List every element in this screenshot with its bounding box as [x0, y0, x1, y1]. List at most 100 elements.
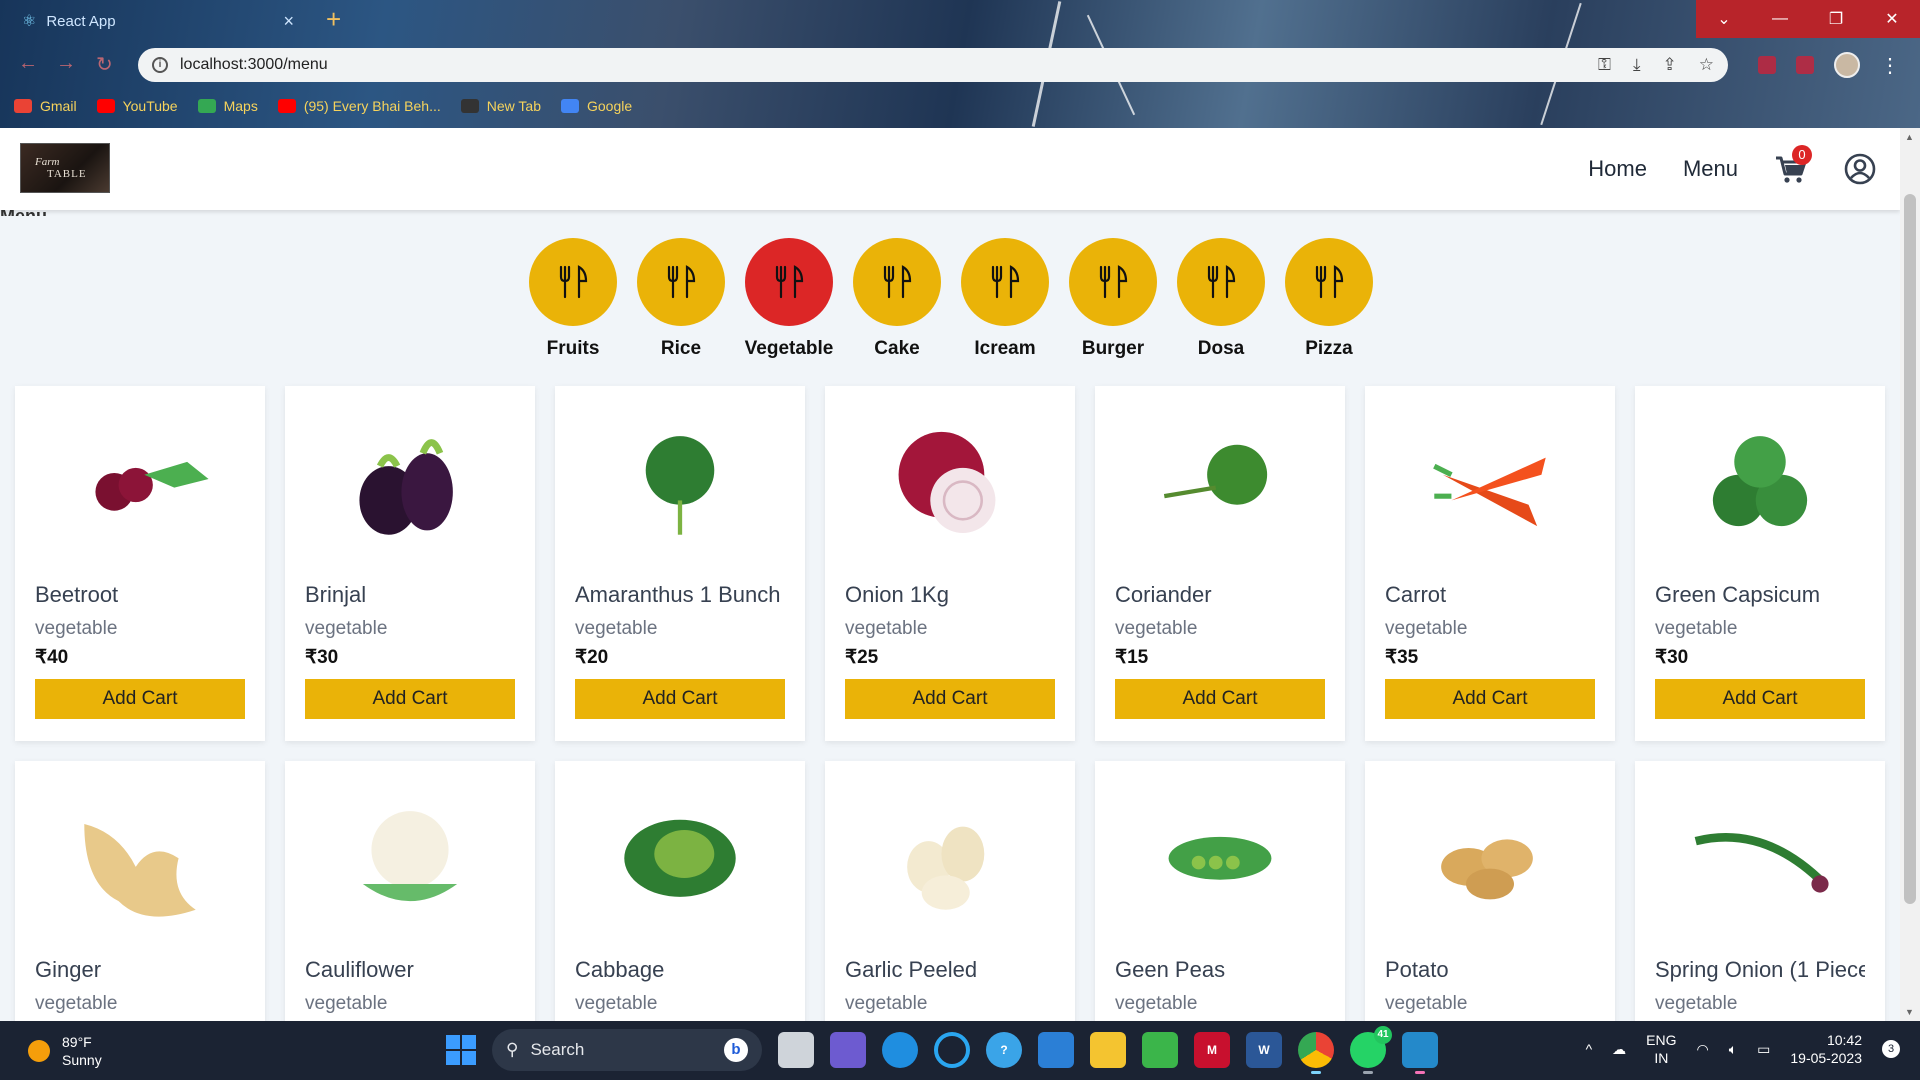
site-logo[interactable]: Farm TABLE	[20, 143, 110, 193]
bookmark-star-icon[interactable]: ☆	[1699, 55, 1714, 75]
category-dosa[interactable]: Dosa	[1176, 238, 1266, 360]
back-icon[interactable]: ←	[18, 52, 38, 75]
main-nav: Home Menu 0	[1588, 128, 1876, 210]
chevron-up-icon[interactable]: ^	[1586, 1041, 1593, 1057]
add-cart-button[interactable]: Add Cart	[845, 679, 1055, 719]
browser-tab[interactable]: ⚛ React App ×	[8, 2, 308, 40]
teams-chat-icon[interactable]	[830, 1032, 866, 1068]
react-icon: ⚛	[22, 13, 37, 30]
peas-image	[1168, 836, 1272, 880]
notification-count[interactable]: 3	[1882, 1040, 1900, 1058]
key-icon[interactable]: ⚿	[1598, 55, 1611, 75]
cortana-icon[interactable]	[934, 1032, 970, 1068]
bookmark-item[interactable]: Gmail	[14, 98, 77, 114]
browser-toolbar: ← → ↻ i localhost:3000/menu ⚿ ⤓ ⇪ ☆ ⋮	[0, 44, 1920, 84]
site-info-icon[interactable]: i	[152, 57, 168, 73]
category-pizza[interactable]: Pizza	[1284, 238, 1374, 360]
mcafee-icon[interactable]: M	[1194, 1032, 1230, 1068]
add-cart-button[interactable]: Add Cart	[575, 679, 785, 719]
add-cart-button[interactable]: Add Cart	[1385, 679, 1595, 719]
bookmark-favicon-icon	[197, 99, 216, 113]
category-circle	[529, 238, 617, 326]
wifi-icon[interactable]: ◠	[1697, 1041, 1709, 1058]
weather-temp: 89°F	[62, 1034, 92, 1050]
user-account-icon[interactable]	[1844, 153, 1876, 185]
scroll-down-icon[interactable]: ▼	[1905, 1007, 1914, 1017]
add-cart-button[interactable]: Add Cart	[1655, 679, 1865, 719]
weather-widget[interactable]: 89°F Sunny	[28, 1033, 102, 1069]
bookmark-item[interactable]: New Tab	[460, 98, 541, 114]
category-burger[interactable]: Burger	[1068, 238, 1158, 360]
bing-icon[interactable]: b	[724, 1038, 748, 1062]
spring-onion-image	[1694, 833, 1829, 893]
profile-avatar[interactable]	[1834, 52, 1860, 78]
system-tray: ^ ☁ ENG IN ◠ 🔈︎ ▭ 10:42 19-05-2023 3	[1586, 1031, 1900, 1067]
scroll-up-icon[interactable]: ▲	[1905, 132, 1914, 142]
bookmark-item[interactable]: (95) Every Bhai Beh...	[277, 98, 441, 114]
category-vegetable[interactable]: Vegetable	[744, 238, 834, 360]
task-view-icon[interactable]	[778, 1032, 814, 1068]
product-price: ₹30	[1655, 647, 1689, 668]
cloud-off-icon[interactable]: ☁	[1612, 1041, 1626, 1058]
forward-icon[interactable]: →	[56, 52, 76, 75]
extension-icon[interactable]	[1758, 56, 1776, 74]
tab-search-icon[interactable]: ⌄	[1696, 0, 1752, 38]
stack-app-icon[interactable]	[1142, 1032, 1178, 1068]
product-name: Ginger	[35, 957, 102, 982]
install-icon[interactable]: ⤓	[1633, 55, 1641, 75]
reload-icon[interactable]: ↻	[96, 52, 113, 77]
minimize-button[interactable]: —	[1752, 0, 1808, 38]
nav-menu-link[interactable]: Menu	[1683, 156, 1738, 182]
bookmark-favicon-icon	[560, 99, 579, 113]
cart-button[interactable]: 0	[1774, 145, 1812, 185]
language-indicator[interactable]: ENG IN	[1646, 1031, 1676, 1067]
store-icon[interactable]	[1038, 1032, 1074, 1068]
taskbar-search[interactable]: ⚲ Search b	[492, 1029, 762, 1071]
product-category: vegetable	[845, 993, 928, 1014]
product-category: vegetable	[575, 993, 658, 1014]
close-tab-icon[interactable]: ×	[283, 11, 294, 32]
bookmark-item[interactable]: Maps	[197, 98, 258, 114]
add-cart-button[interactable]: Add Cart	[1115, 679, 1325, 719]
category-rice[interactable]: Rice	[636, 238, 726, 360]
start-button[interactable]	[446, 1035, 476, 1065]
category-icream[interactable]: Icream	[960, 238, 1050, 360]
edge-icon[interactable]	[882, 1032, 918, 1068]
help-icon[interactable]: ?	[986, 1032, 1022, 1068]
extension-icon[interactable]	[1796, 56, 1814, 74]
chrome-icon[interactable]	[1298, 1032, 1334, 1074]
bookmark-item[interactable]: Google	[560, 98, 632, 114]
file-explorer-icon[interactable]	[1090, 1032, 1126, 1068]
product-category: vegetable	[845, 618, 928, 639]
fork-knife-icon	[775, 265, 804, 299]
address-bar[interactable]: i localhost:3000/menu ⚿ ⤓ ⇪ ☆	[138, 48, 1728, 82]
vscode-icon[interactable]	[1402, 1032, 1438, 1074]
whatsapp-icon[interactable]: 41	[1350, 1026, 1392, 1074]
category-cake[interactable]: Cake	[852, 238, 942, 360]
product-name: Garlic Peeled	[845, 957, 978, 982]
product-image	[35, 404, 245, 554]
share-icon[interactable]: ⇪	[1663, 55, 1677, 75]
restore-button[interactable]: ❐	[1808, 0, 1864, 38]
onion-image	[898, 431, 996, 533]
menu-kebab-icon[interactable]: ⋮	[1880, 53, 1900, 78]
new-tab-button[interactable]: +	[326, 6, 341, 32]
product-card: Onion 1Kg vegetable ₹25 Add Cart	[825, 386, 1075, 741]
close-window-button[interactable]: ✕	[1864, 0, 1920, 38]
volume-icon[interactable]: 🔈︎	[1729, 1041, 1737, 1058]
clock[interactable]: 10:42 19-05-2023	[1790, 1031, 1862, 1067]
product-image	[1115, 779, 1325, 929]
tab-strip: ⚛ React App × + ⌄ — ❐ ✕	[0, 0, 1920, 40]
add-cart-button[interactable]: Add Cart	[305, 679, 515, 719]
product-card: Cauliflower vegetable	[285, 761, 535, 1021]
page-scrollbar[interactable]: ▲ ▼	[1900, 128, 1920, 1021]
word-icon[interactable]: W	[1246, 1032, 1282, 1068]
add-cart-button[interactable]: Add Cart	[35, 679, 245, 719]
scrollbar-thumb[interactable]	[1904, 194, 1916, 904]
brinjal-image	[359, 439, 453, 535]
bookmark-item[interactable]: YouTube	[96, 98, 178, 114]
search-placeholder: Search	[530, 1040, 585, 1059]
battery-icon[interactable]: ▭	[1757, 1041, 1770, 1058]
nav-home-link[interactable]: Home	[1588, 156, 1647, 182]
category-fruits[interactable]: Fruits	[528, 238, 618, 360]
